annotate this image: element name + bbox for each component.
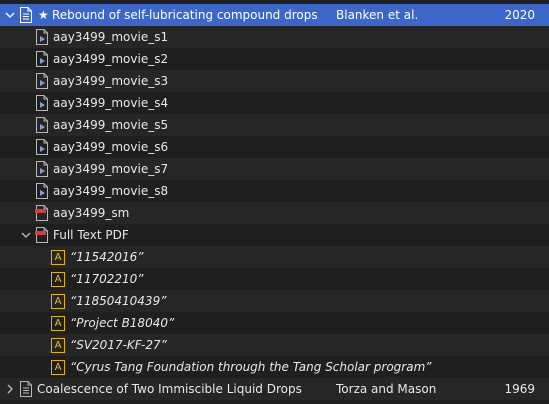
tree-row-annotation[interactable]: A “Project B18040” [0, 312, 549, 334]
tree-row-attachment[interactable]: aay3499_movie_s1 [0, 26, 549, 48]
attachment-title: aay3499_movie_s1 [53, 30, 169, 44]
tree-row-attachment[interactable]: aay3499_movie_s6 [0, 136, 549, 158]
video-file-icon [35, 139, 49, 155]
tree-row-annotation[interactable]: A “11702210” [0, 268, 549, 290]
highlight-annotation-icon: A [51, 360, 65, 375]
tree-row-annotation[interactable]: A “11850410439” [0, 290, 549, 312]
chevron-down-icon[interactable] [20, 224, 32, 246]
item-creator: Torza and Mason [336, 382, 437, 396]
favorite-star-icon: ★ [38, 8, 49, 22]
attachment-title: aay3499_movie_s2 [53, 52, 169, 66]
video-file-icon [35, 51, 49, 67]
highlight-annotation-icon: A [51, 250, 65, 265]
video-file-icon [35, 117, 49, 133]
video-file-icon [35, 95, 49, 111]
tree-row-annotation[interactable]: A “SV2017-KF-27” [0, 334, 549, 356]
annotation-text: “SV2017-KF-27” [70, 338, 167, 352]
pdf-file-icon [35, 227, 49, 243]
tree-row-attachment[interactable]: aay3499_movie_s3 [0, 70, 549, 92]
attachment-title: aay3499_movie_s7 [53, 162, 169, 176]
attachment-title: aay3499_sm [53, 206, 130, 220]
chevron-right-icon[interactable] [4, 378, 16, 400]
document-icon [19, 7, 33, 23]
chevron-down-icon[interactable] [4, 4, 16, 26]
item-creator: Blanken et al. [336, 8, 419, 22]
video-file-icon [35, 161, 49, 177]
attachment-title: aay3499_movie_s8 [53, 184, 169, 198]
tree-row-attachment[interactable]: aay3499_movie_s7 [0, 158, 549, 180]
item-year: 1969 [504, 382, 535, 396]
attachment-title: aay3499_movie_s4 [53, 96, 169, 110]
tree-row-attachment[interactable]: aay3499_movie_s8 [0, 180, 549, 202]
tree-row-annotation[interactable]: A “11542016” [0, 246, 549, 268]
item-tree[interactable]: ★ Rebound of self-lubricating compound d… [0, 4, 549, 400]
tree-row-parent-item[interactable]: ★ Rebound of self-lubricating compound d… [0, 4, 549, 26]
annotation-text: “11702210” [70, 272, 144, 286]
tree-row-attachment[interactable]: aay3499_sm [0, 202, 549, 224]
video-file-icon [35, 73, 49, 89]
highlight-annotation-icon: A [51, 272, 65, 287]
tree-row-attachment[interactable]: aay3499_movie_s2 [0, 48, 549, 70]
tree-row-pdf-attachment[interactable]: Full Text PDF [0, 224, 549, 246]
highlight-annotation-icon: A [51, 316, 65, 331]
pdf-file-icon [35, 205, 49, 221]
attachment-title: aay3499_movie_s3 [53, 74, 169, 88]
annotation-text: “11542016” [70, 250, 144, 264]
highlight-annotation-icon: A [51, 338, 65, 353]
video-file-icon [35, 183, 49, 199]
item-year: 2020 [504, 8, 535, 22]
attachment-title: aay3499_movie_s6 [53, 140, 169, 154]
highlight-annotation-icon: A [51, 294, 65, 309]
annotation-text: “11850410439” [70, 294, 167, 308]
tree-row-attachment[interactable]: aay3499_movie_s4 [0, 92, 549, 114]
item-title: Coalescence of Two Immiscible Liquid Dro… [37, 382, 302, 396]
tree-row-attachment[interactable]: aay3499_movie_s5 [0, 114, 549, 136]
attachment-title: Full Text PDF [53, 228, 129, 242]
tree-row-parent-item[interactable]: Coalescence of Two Immiscible Liquid Dro… [0, 378, 549, 400]
attachment-title: aay3499_movie_s5 [53, 118, 169, 132]
item-title: Rebound of self-lubricating compound dro… [52, 8, 318, 22]
document-icon [19, 381, 33, 397]
video-file-icon [35, 29, 49, 45]
tree-row-annotation[interactable]: A “Cyrus Tang Foundation through the Tan… [0, 356, 549, 378]
annotation-text: “Project B18040” [70, 316, 175, 330]
annotation-text: “Cyrus Tang Foundation through the Tang … [70, 360, 432, 374]
